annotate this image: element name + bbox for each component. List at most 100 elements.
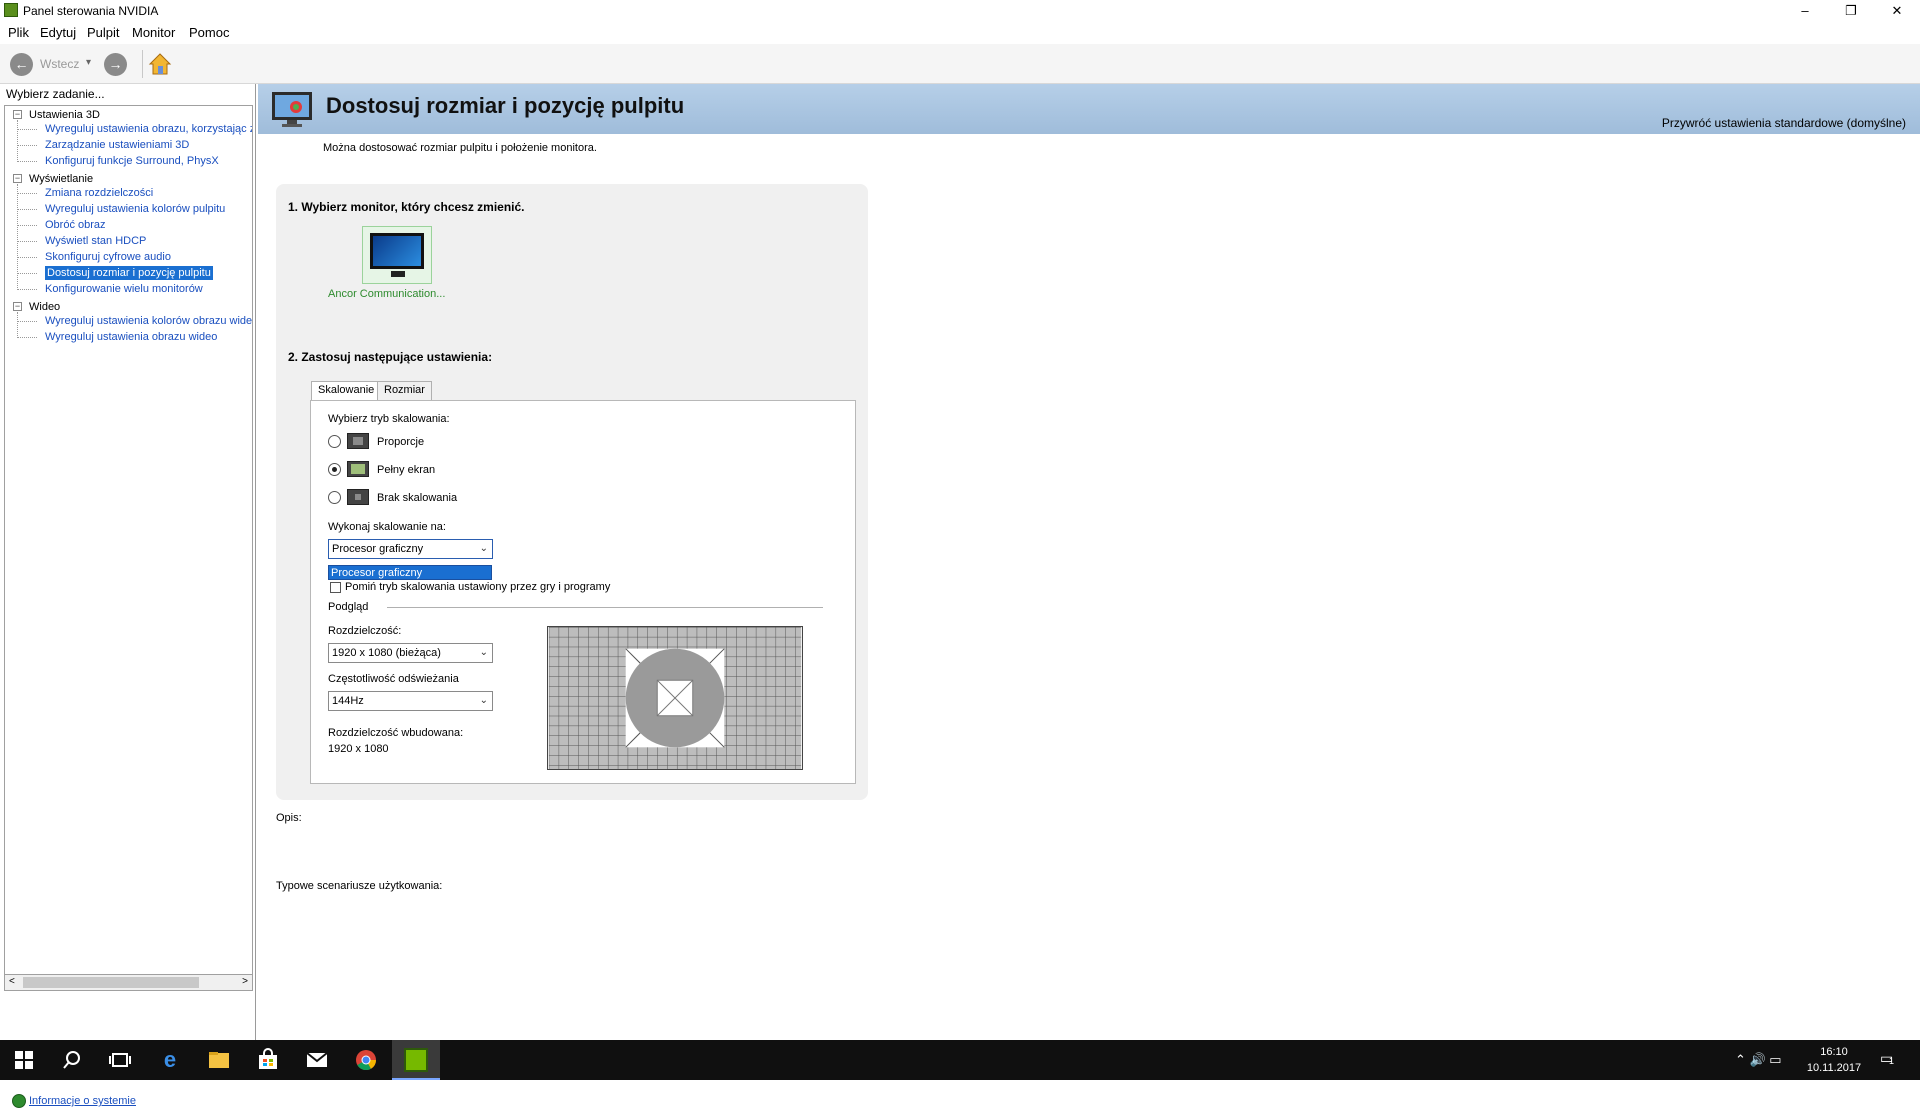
search-icon[interactable] <box>60 1048 84 1072</box>
system-info[interactable]: Informacje o systemie <box>12 1094 136 1108</box>
menu-pulpit[interactable]: Pulpit <box>87 25 120 40</box>
edge-icon[interactable]: e <box>158 1048 182 1072</box>
scaling-preview-image <box>547 626 803 770</box>
override-scaling-label[interactable]: Pomiń tryb skalowania ustawiony przez gr… <box>345 581 610 593</box>
native-resolution-value: 1920 x 1080 <box>328 743 389 755</box>
tree-item-surround-physx[interactable]: Konfiguruj funkcje Surround, PhysX <box>45 154 219 168</box>
resolution-value: 1920 x 1080 (bieżąca) <box>332 647 441 659</box>
tree-group-video[interactable]: Wideo <box>29 300 60 314</box>
tree-item-image-settings[interactable]: Wyreguluj ustawienia obrazu, korzystając… <box>45 122 252 136</box>
minimize-button[interactable]: – <box>1782 0 1828 22</box>
tree-item-digital-audio[interactable]: Skonfiguruj cyfrowe audio <box>45 250 171 264</box>
no-scaling-icon <box>347 489 369 505</box>
radio-aspect-ratio[interactable] <box>328 435 341 448</box>
radio-full-screen[interactable] <box>328 463 341 476</box>
back-history-dropdown[interactable]: ▾ <box>86 57 91 68</box>
chrome-icon[interactable] <box>354 1048 378 1072</box>
override-scaling-checkbox[interactable] <box>330 582 341 593</box>
resolution-select[interactable]: 1920 x 1080 (bieżąca) ⌄ <box>328 643 493 663</box>
menu-bar: Plik Edytuj Pulpit Monitor Pomoc <box>0 22 1920 42</box>
forward-arrow-icon[interactable]: → <box>104 53 127 76</box>
chevron-down-icon: ⌄ <box>479 543 488 554</box>
monitor-label[interactable]: Ancor Communication... <box>328 288 445 300</box>
desktop-monitor-icon <box>272 92 312 127</box>
task-tree: − Ustawienia 3D Wyreguluj ustawienia obr… <box>4 105 253 975</box>
tab-scaling[interactable]: Skalowanie <box>311 381 382 402</box>
task-navigation-panel: Wybierz zadanie... − Ustawienia 3D Wyreg… <box>0 84 256 1108</box>
clock-time: 16:10 <box>1820 1046 1848 1058</box>
window-title: Panel sterowania NVIDIA <box>23 4 159 18</box>
notifications-icon[interactable]: ▭ 1 <box>1880 1050 1900 1070</box>
tree-item-multiple-displays[interactable]: Konfigurowanie wielu monitorów <box>45 282 203 296</box>
tree-item-3d-management[interactable]: Zarządzanie ustawieniami 3D <box>45 138 189 152</box>
page-banner: Dostosuj rozmiar i pozycję pulpitu Przyw… <box>258 84 1920 134</box>
dropdown-option-gpu[interactable]: Procesor graficzny <box>328 565 492 580</box>
resolution-label: Rozdzielczość: <box>328 625 402 637</box>
back-button-label[interactable]: Wstecz <box>40 57 79 71</box>
windows-start-icon[interactable] <box>12 1048 36 1072</box>
scroll-left-icon[interactable]: < <box>9 976 15 987</box>
tree-item-desktop-size-position[interactable]: Dostosuj rozmiar i pozycję pulpitu <box>45 266 213 280</box>
file-explorer-icon[interactable] <box>207 1048 231 1072</box>
perform-scaling-select[interactable]: Procesor graficzny ⌄ <box>328 539 493 559</box>
restore-defaults-link[interactable]: Przywróć ustawienia standardowe (domyśln… <box>1662 116 1906 130</box>
native-resolution-label: Rozdzielczość wbudowana: <box>328 727 464 739</box>
tree-item-video-color[interactable]: Wyreguluj ustawienia kolorów obrazu wide… <box>45 314 252 328</box>
system-info-link[interactable]: Informacje o systemie <box>29 1095 136 1107</box>
radio-no-scaling[interactable] <box>328 491 341 504</box>
menu-pomoc[interactable]: Pomoc <box>189 25 229 40</box>
scaling-tab-panel: Wybierz tryb skalowania: Proporcje Pełny… <box>310 400 856 784</box>
option-full-screen[interactable]: Pełny ekran <box>377 464 435 476</box>
close-button[interactable]: ✕ <box>1874 0 1920 22</box>
taskbar-active-app[interactable] <box>392 1040 440 1080</box>
restore-button[interactable]: ❐ <box>1828 0 1874 22</box>
chevron-down-icon: ⌄ <box>479 647 488 658</box>
refresh-rate-label: Częstotliwość odświeżania <box>328 673 459 685</box>
refresh-rate-select[interactable]: 144Hz ⌄ <box>328 691 493 711</box>
intro-text: Można dostosować rozmiar pulpitu i położ… <box>323 142 597 154</box>
preview-divider <box>387 607 823 608</box>
option-no-scaling[interactable]: Brak skalowania <box>377 492 457 504</box>
aspect-ratio-icon <box>347 433 369 449</box>
home-icon[interactable] <box>148 52 172 76</box>
usage-scenarios-label: Typowe scenariusze użytkowania: <box>276 880 443 892</box>
menu-plik[interactable]: Plik <box>8 25 29 40</box>
monitor-stand <box>391 271 405 277</box>
notification-count: 1 <box>1889 1056 1895 1066</box>
tree-item-hdcp-status[interactable]: Wyświetl stan HDCP <box>45 234 146 248</box>
menu-edytuj[interactable]: Edytuj <box>40 25 76 40</box>
main-content: Dostosuj rozmiar i pozycję pulpitu Przyw… <box>258 84 1920 1040</box>
expander-icon[interactable]: − <box>13 302 22 311</box>
perform-scaling-value: Procesor graficzny <box>332 543 424 555</box>
scroll-right-icon[interactable]: > <box>242 976 248 987</box>
tree-horizontal-scrollbar[interactable]: < > <box>4 974 253 991</box>
system-tray[interactable]: ⌃ 🔊 ▭ <box>1735 1052 1782 1068</box>
mail-icon[interactable] <box>305 1048 329 1072</box>
tree-group-3d[interactable]: Ustawienia 3D <box>29 108 100 122</box>
tree-item-desktop-color[interactable]: Wyreguluj ustawienia kolorów pulpitu <box>45 202 225 216</box>
task-view-icon[interactable] <box>108 1048 132 1072</box>
clock-date: 10.11.2017 <box>1806 1062 1862 1074</box>
tree-item-change-resolution[interactable]: Zmiana rozdzielczości <box>45 186 153 200</box>
toolbar-separator <box>142 50 143 78</box>
tree-item-video-image[interactable]: Wyreguluj ustawienia obrazu wideo <box>45 330 217 344</box>
scrollbar-thumb[interactable] <box>23 977 199 988</box>
page-title: Dostosuj rozmiar i pozycję pulpitu <box>326 93 685 118</box>
tree-group-display[interactable]: Wyświetlanie <box>29 172 93 186</box>
expander-icon[interactable]: − <box>13 110 22 119</box>
perform-scaling-label: Wykonaj skalowanie na: <box>328 521 446 533</box>
clock[interactable]: 16:10 10.11.2017 <box>1802 1044 1866 1076</box>
option-aspect-ratio[interactable]: Proporcje <box>377 436 424 448</box>
menu-monitor[interactable]: Monitor <box>132 25 175 40</box>
title-bar: Panel sterowania NVIDIA – ❐ ✕ <box>0 0 1920 22</box>
description-label: Opis: <box>276 812 302 824</box>
toolbar: ← Wstecz ▾ → <box>0 44 1920 84</box>
step1-heading: 1. Wybierz monitor, który chcesz zmienić… <box>288 200 525 214</box>
monitor-tile[interactable] <box>362 226 432 284</box>
expander-icon[interactable]: − <box>13 174 22 183</box>
back-arrow-icon[interactable]: ← <box>10 53 33 76</box>
taskbar: e ⌃ 🔊 ▭ 16:10 10.11.2017 ▭ 1 <box>0 1040 1920 1080</box>
tab-size[interactable]: Rozmiar <box>377 381 432 401</box>
tree-item-rotate-display[interactable]: Obróć obraz <box>45 218 106 232</box>
store-icon[interactable] <box>256 1048 280 1072</box>
